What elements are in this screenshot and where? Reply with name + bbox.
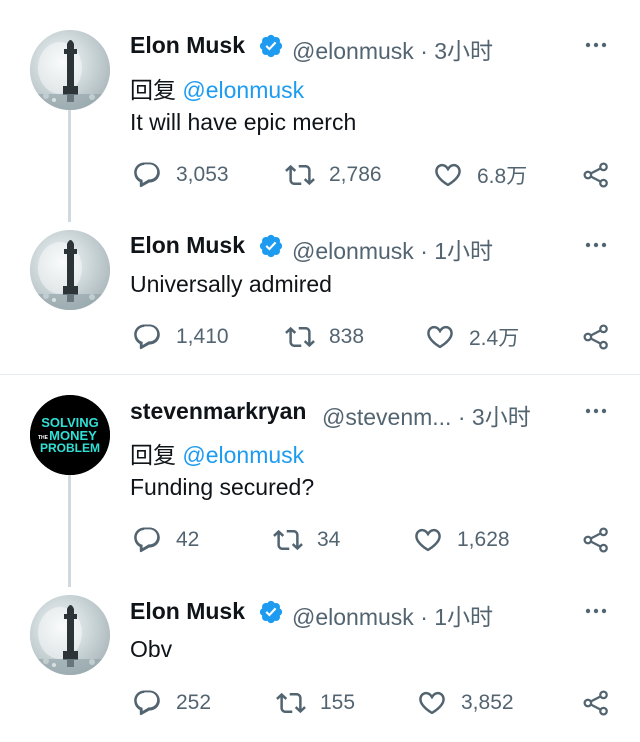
author-handle[interactable]: @elonmusk · 1小时: [292, 598, 493, 632]
heart-icon: [417, 688, 447, 718]
avatar[interactable]: [30, 595, 110, 675]
reply-icon: [132, 688, 162, 718]
share-icon: [581, 688, 611, 718]
reply-count: 252: [176, 691, 212, 714]
verified-badge-icon: [258, 599, 284, 625]
share-button[interactable]: [581, 688, 611, 718]
tweet[interactable]: Elon Musk @elonmusk · 1小时 Obv 252 155 3,…: [0, 0, 640, 742]
more-options-icon[interactable]: [584, 607, 608, 615]
like-button[interactable]: 3,852: [417, 688, 514, 718]
author-name[interactable]: Elon Musk: [130, 598, 245, 625]
retweet-count: 155: [320, 691, 356, 714]
retweet-button[interactable]: 155: [276, 688, 355, 718]
like-count: 3,852: [461, 691, 514, 714]
reply-button[interactable]: 252: [132, 688, 211, 718]
tweet-text: Obv: [130, 636, 173, 662]
retweet-icon: [276, 688, 306, 718]
